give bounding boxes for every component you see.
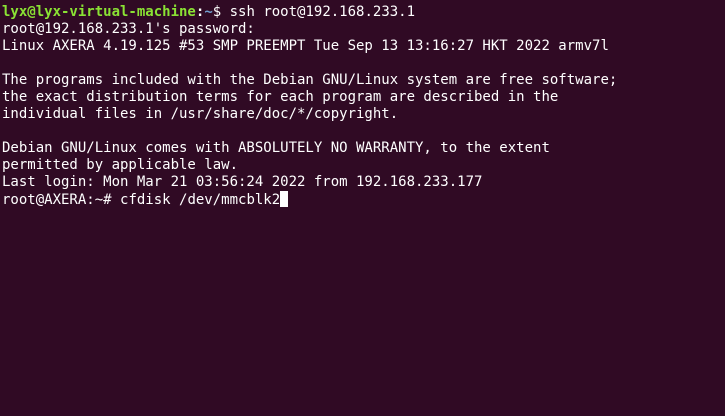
ssh-command: ssh root@192.168.233.1 — [229, 4, 416, 20]
output-line-warranty-2: permitted by applicable law. — [2, 157, 239, 173]
output-line-last-login: Last login: Mon Mar 21 03:56:24 2022 fro… — [2, 174, 483, 190]
output-line-password: root@192.168.233.1's password: — [2, 21, 255, 37]
remote-prompt: root@AXERA:~# — [2, 192, 121, 208]
output-line-motd-3: individual files in /usr/share/doc/*/cop… — [2, 106, 399, 122]
output-line-motd-2: the exact distribution terms for each pr… — [2, 89, 559, 105]
output-line-blank — [2, 55, 725, 72]
local-prompt-line: lyx@lyx-virtual-machine:~$ ssh root@192.… — [2, 4, 725, 21]
prompt-path: ~ — [204, 4, 213, 20]
prompt-symbol: $ — [212, 4, 230, 20]
output-line-kernel: Linux AXERA 4.19.125 #53 SMP PREEMPT Tue… — [2, 38, 609, 54]
output-line-blank — [2, 123, 725, 140]
prompt-user-host: lyx@lyx-virtual-machine — [2, 4, 196, 20]
cfdisk-command-input[interactable]: cfdisk /dev/mmcblk2 — [120, 192, 280, 208]
text-cursor — [280, 191, 289, 207]
output-line-motd-1: The programs included with the Debian GN… — [2, 72, 618, 88]
output-line-warranty-1: Debian GNU/Linux comes with ABSOLUTELY N… — [2, 140, 550, 156]
terminal-window[interactable]: lyx@lyx-virtual-machine:~$ ssh root@192.… — [0, 0, 725, 416]
remote-prompt-line[interactable]: root@AXERA:~# cfdisk /dev/mmcblk2 — [2, 191, 725, 208]
